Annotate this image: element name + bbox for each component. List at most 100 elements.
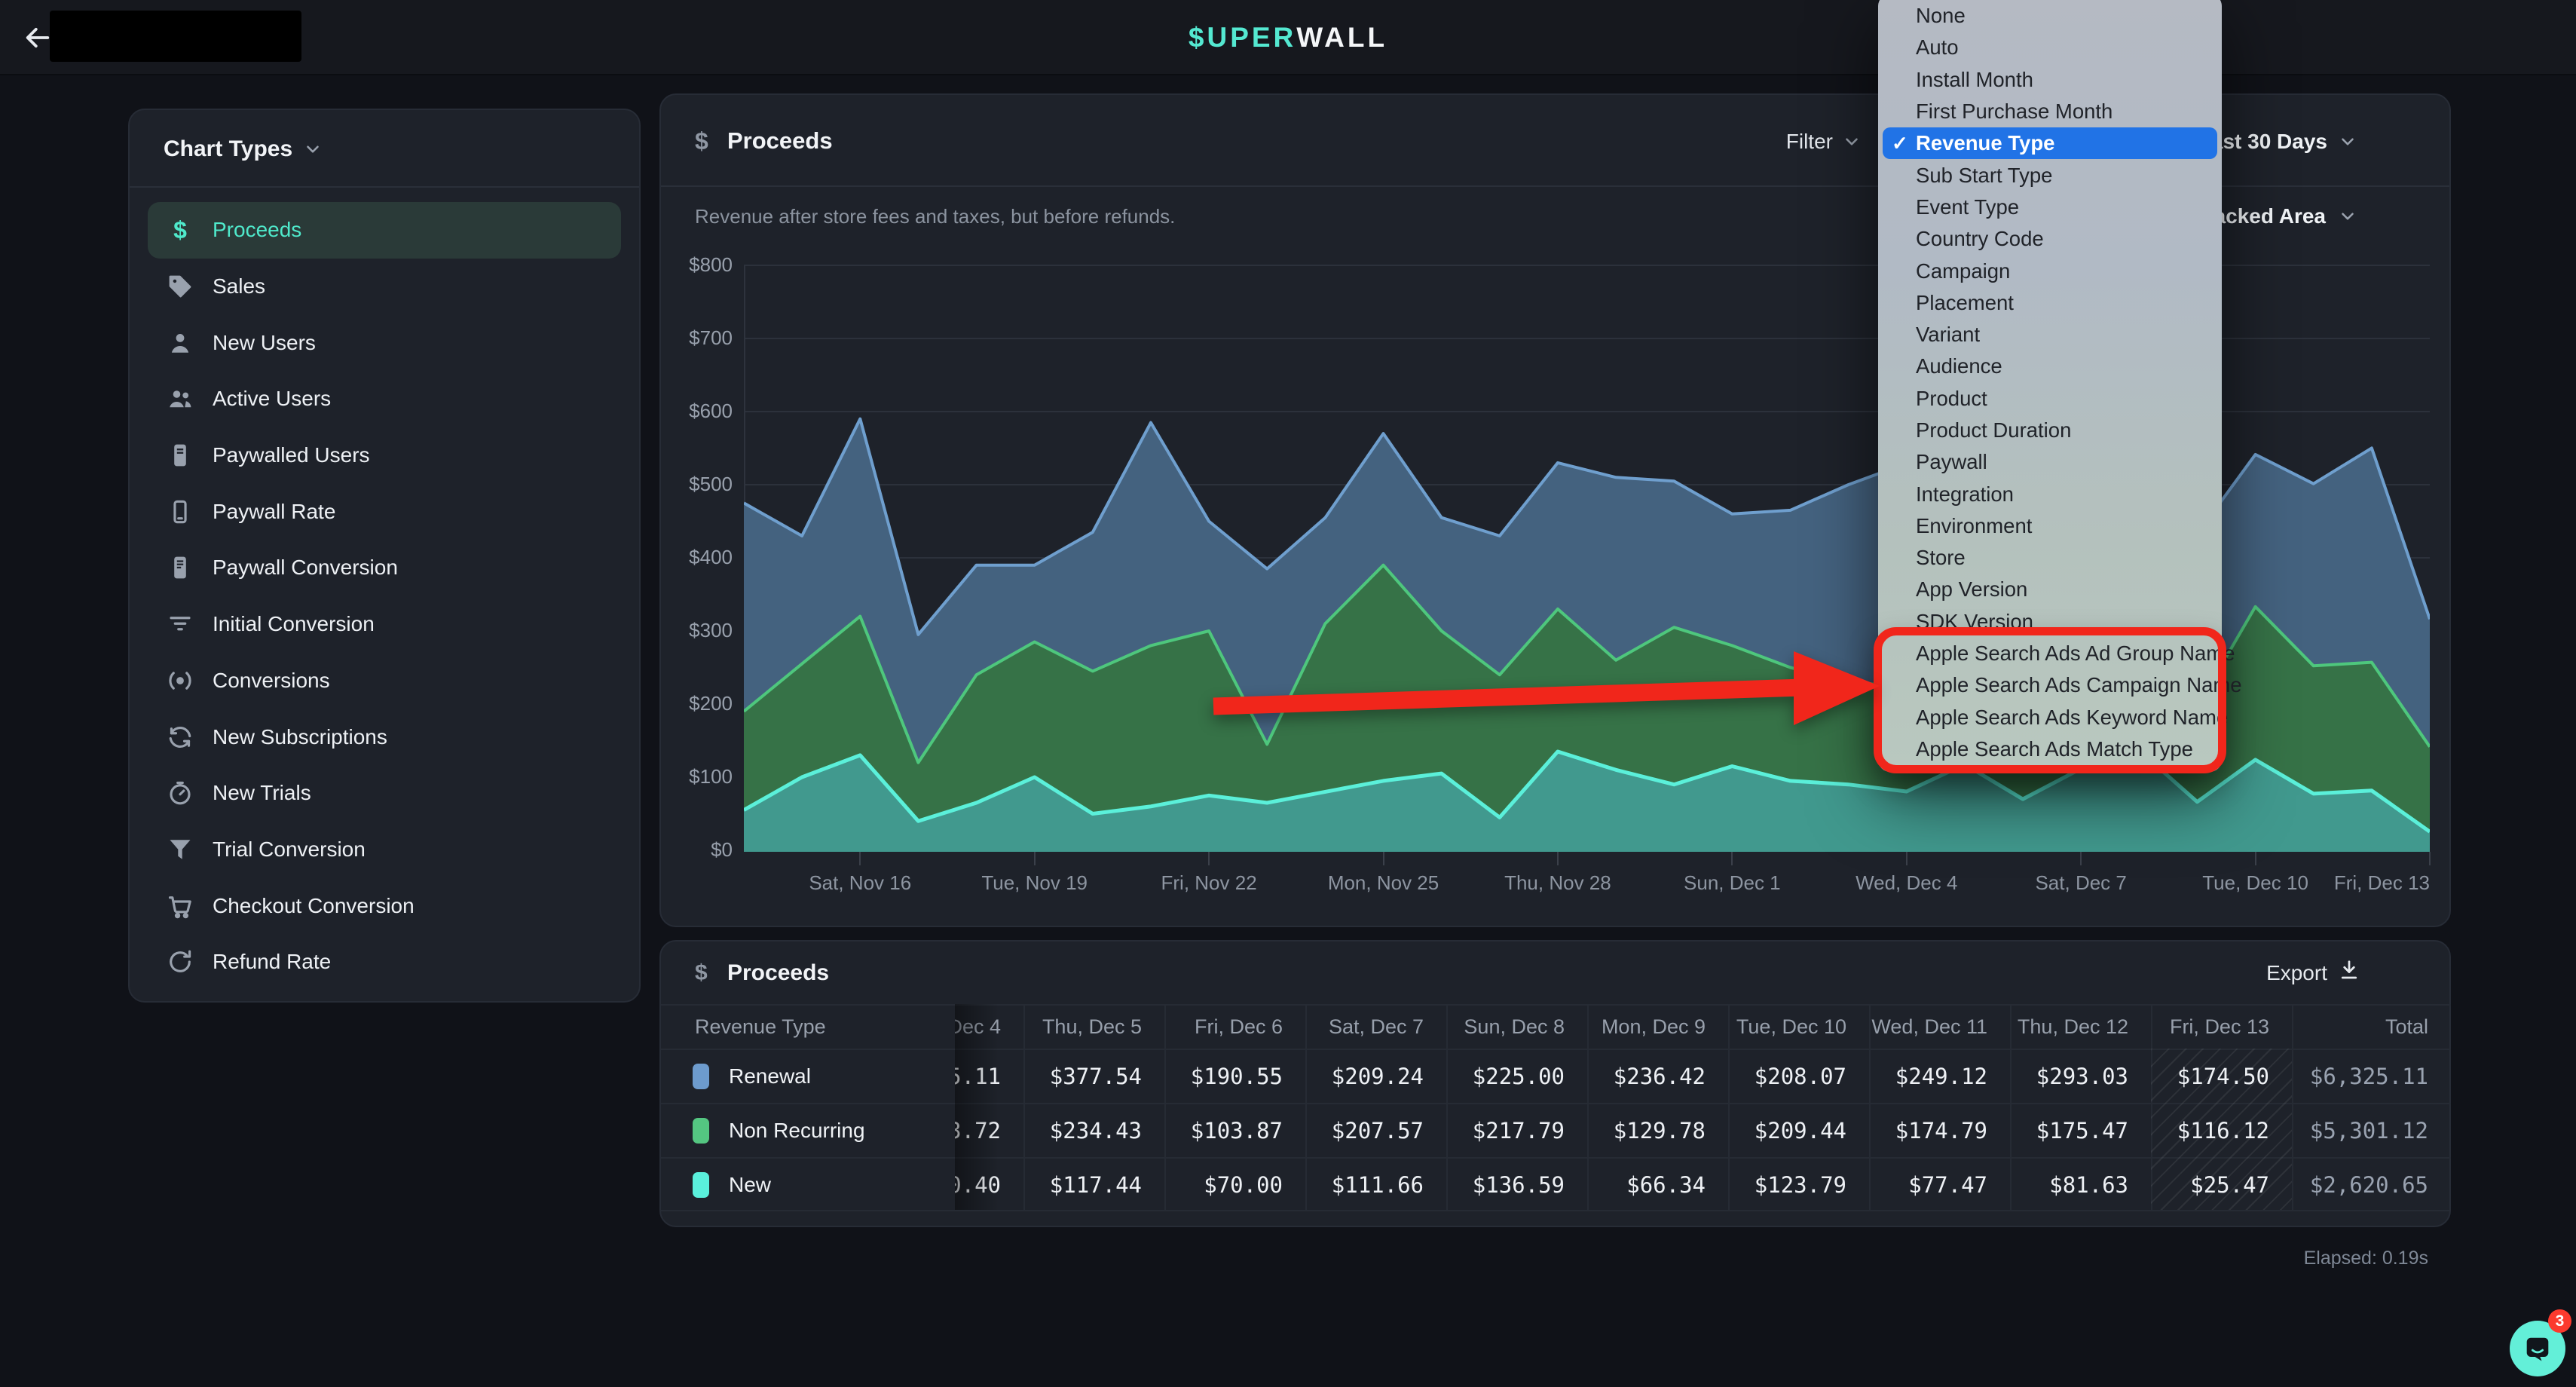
x-axis-tick xyxy=(1731,852,1733,865)
rotate-ccw-icon xyxy=(148,948,213,975)
timer-icon xyxy=(148,779,213,807)
sidebar-item-checkout-conversion[interactable]: Checkout Conversion xyxy=(148,877,621,934)
menu-item-sub-start-type[interactable]: Sub Start Type xyxy=(1883,159,2217,191)
menu-item-integration[interactable]: Integration xyxy=(1883,478,2217,510)
export-button[interactable]: Export xyxy=(2266,942,2360,1004)
menu-item-store[interactable]: Store xyxy=(1883,542,2217,574)
menu-item-placement[interactable]: Placement xyxy=(1883,287,2217,319)
menu-item-product-duration[interactable]: Product Duration xyxy=(1883,415,2217,446)
legend-swatch xyxy=(693,1172,709,1198)
divider xyxy=(661,1210,2449,1211)
table-cell: $66.34 xyxy=(1587,1157,1728,1211)
y-axis-label: $400 xyxy=(661,546,733,569)
x-axis-label: Sun, Dec 1 xyxy=(1649,871,1815,895)
radio-signal-icon xyxy=(148,667,213,694)
sidebar-item-paywall-rate[interactable]: Paywall Rate xyxy=(148,483,621,540)
menu-item-label: Product xyxy=(1916,387,1987,411)
menu-item-first-purchase-month[interactable]: First Purchase Month xyxy=(1883,96,2217,127)
sidebar-item-trial-conversion[interactable]: Trial Conversion xyxy=(148,822,621,878)
tag-icon xyxy=(148,273,213,300)
menu-item-label: Apple Search Ads Keyword Name xyxy=(1916,706,2228,730)
table-cell: $117.44 xyxy=(1023,1157,1164,1211)
divider xyxy=(130,186,639,188)
menu-item-apple-search-ads-campaign-name[interactable]: Apple Search Ads Campaign Name xyxy=(1883,669,2217,701)
menu-item-label: Product Duration xyxy=(1916,418,2071,442)
x-axis-tick xyxy=(1557,852,1559,865)
chart-types-list: $ProceedsSalesNew UsersActive UsersPaywa… xyxy=(148,202,621,990)
menu-item-event-type[interactable]: Event Type xyxy=(1883,191,2217,223)
sidebar-item-refund-rate[interactable]: Refund Rate xyxy=(148,934,621,990)
table-cell-total: $2,620.65 xyxy=(2292,1157,2451,1211)
menu-item-label: Environment xyxy=(1916,514,2032,538)
menu-item-paywall[interactable]: Paywall xyxy=(1883,446,2217,478)
y-axis-label: $100 xyxy=(661,765,733,788)
date-range-button[interactable]: Last 30 Days xyxy=(2198,122,2357,161)
cart-icon xyxy=(148,893,213,920)
table-cell: $77.47 xyxy=(1869,1157,2010,1211)
menu-item-label: App Version xyxy=(1916,577,2027,602)
column-header-thu-dec-12: Thu, Dec 12 xyxy=(2010,1004,2151,1049)
menu-item-apple-search-ads-keyword-name[interactable]: Apple Search Ads Keyword Name xyxy=(1883,702,2217,733)
sidebar-item-initial-conversion[interactable]: Initial Conversion xyxy=(148,596,621,653)
menu-item-environment[interactable]: Environment xyxy=(1883,510,2217,542)
table-cell: $225.00 xyxy=(1446,1049,1587,1103)
table-cell: $377.54 xyxy=(1023,1049,1164,1103)
menu-item-sdk-version[interactable]: SDK Version xyxy=(1883,606,2217,638)
table-cell: $217.79 xyxy=(1446,1103,1587,1157)
menu-item-revenue-type[interactable]: ✓Revenue Type xyxy=(1883,127,2217,159)
menu-item-install-month[interactable]: Install Month xyxy=(1883,64,2217,96)
proceeds-table-panel: $ Proceeds Export Revenue TypeDec 4Thu, … xyxy=(659,940,2451,1227)
sidebar-item-label: Paywall Conversion xyxy=(213,556,398,580)
menu-item-label: First Purchase Month xyxy=(1916,100,2113,124)
table-cell: $174.50 xyxy=(2151,1049,2292,1103)
menu-item-apple-search-ads-ad-group-name[interactable]: Apple Search Ads Ad Group Name xyxy=(1883,638,2217,669)
sidebar-item-label: New Trials xyxy=(213,781,311,805)
sidebar-item-new-subscriptions[interactable]: New Subscriptions xyxy=(148,709,621,765)
table-cell: 05.11 xyxy=(955,1049,1023,1103)
table-title: Proceeds xyxy=(727,942,829,1004)
filter-button[interactable]: Filter xyxy=(1786,122,1862,161)
menu-item-label: Paywall xyxy=(1916,450,1987,474)
sidebar-item-new-trials[interactable]: New Trials xyxy=(148,765,621,822)
table-cell: $111.66 xyxy=(1305,1157,1446,1211)
table-cell: $234.43 xyxy=(1023,1103,1164,1157)
menu-item-apple-search-ads-match-type[interactable]: Apple Search Ads Match Type xyxy=(1883,733,2217,765)
smartphone-outline-icon xyxy=(148,498,213,525)
x-axis-label: Fri, Nov 22 xyxy=(1126,871,1292,895)
x-axis-label: Tue, Nov 19 xyxy=(952,871,1118,895)
sidebar-item-paywalled-users[interactable]: Paywalled Users xyxy=(148,427,621,484)
chart-types-title: Chart Types xyxy=(164,136,292,162)
panel-title: Proceeds xyxy=(727,95,833,187)
users-icon xyxy=(148,385,213,412)
sidebar-item-proceeds[interactable]: $Proceeds xyxy=(148,202,621,259)
sidebar-item-label: Initial Conversion xyxy=(213,612,375,636)
x-axis-label: Fri, Dec 13 xyxy=(2287,871,2430,895)
table-cell: $103.87 xyxy=(1164,1103,1305,1157)
menu-item-country-code[interactable]: Country Code xyxy=(1883,223,2217,255)
sidebar-item-sales[interactable]: Sales xyxy=(148,259,621,315)
sidebar-item-conversions[interactable]: Conversions xyxy=(148,653,621,709)
table-cell-total: $5,301.12 xyxy=(2292,1103,2451,1157)
x-axis-tick xyxy=(1383,852,1384,865)
chevron-down-icon xyxy=(1842,132,1862,152)
column-header-sun-dec-8: Sun, Dec 8 xyxy=(1446,1004,1587,1049)
menu-item-none[interactable]: None xyxy=(1883,0,2217,32)
menu-item-audience[interactable]: Audience xyxy=(1883,351,2217,382)
table-cell: $209.44 xyxy=(1728,1103,1869,1157)
sidebar-item-label: Conversions xyxy=(213,669,330,693)
menu-item-variant[interactable]: Variant xyxy=(1883,319,2217,351)
sidebar-item-label: Trial Conversion xyxy=(213,837,366,862)
menu-item-label: Apple Search Ads Ad Group Name xyxy=(1916,641,2235,666)
menu-item-product[interactable]: Product xyxy=(1883,383,2217,415)
sidebar-item-paywall-conversion[interactable]: Paywall Conversion xyxy=(148,540,621,596)
legend-swatch xyxy=(693,1064,709,1089)
sidebar-item-new-users[interactable]: New Users xyxy=(148,314,621,371)
sidebar-item-active-users[interactable]: Active Users xyxy=(148,371,621,427)
menu-item-auto[interactable]: Auto xyxy=(1883,32,2217,63)
group-by-menu: NoneAutoInstall Month First Purchase Mont… xyxy=(1878,0,2222,772)
column-header-fri-dec-6: Fri, Dec 6 xyxy=(1164,1004,1305,1049)
menu-item-campaign[interactable]: Campaign xyxy=(1883,255,2217,286)
y-axis-label: $500 xyxy=(661,473,733,496)
chart-types-header[interactable]: Chart Types xyxy=(164,128,323,170)
menu-item-app-version[interactable]: App Version xyxy=(1883,574,2217,605)
